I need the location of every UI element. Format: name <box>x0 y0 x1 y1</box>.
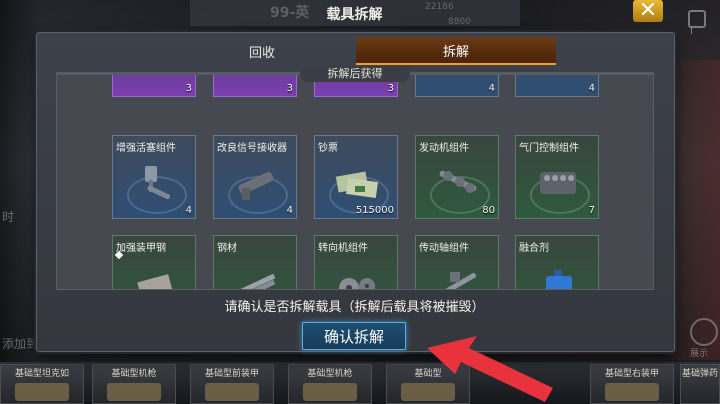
item-count: 4 <box>286 205 293 216</box>
dialog-title: 载具拆解 <box>326 7 383 23</box>
pointer-arrow-icon <box>427 336 553 402</box>
item-name: 加强装甲钢 <box>116 243 166 254</box>
part-slot-label: 基础弹药 <box>681 369 718 379</box>
background-part-slot: 基础型坦克如 <box>0 364 84 404</box>
piston-icon <box>145 166 171 200</box>
showcase-icon[interactable] <box>690 318 718 346</box>
item-name: 增强活塞组件 <box>116 143 176 154</box>
background-text: 添加到 <box>2 337 39 351</box>
item-name: 发动机组件 <box>419 143 469 154</box>
cash-icon <box>335 171 378 199</box>
item-name: 气门控制组件 <box>519 143 579 154</box>
crankshaft-icon <box>439 170 477 193</box>
item-count: 3 <box>286 83 293 94</box>
section-header: 拆解后获得 <box>300 66 410 82</box>
part-slot-label: 基础型机枪 <box>307 369 353 379</box>
reward-item[interactable]: 融合剂 <box>515 235 599 289</box>
item-count: 3 <box>387 83 394 94</box>
part-slot-label: 基础型右装甲 <box>604 369 659 379</box>
item-count: 4 <box>488 83 495 94</box>
reward-item[interactable]: 气门控制组件 7 <box>515 135 599 219</box>
canister-icon <box>546 270 572 289</box>
item-count: 4 <box>185 205 192 216</box>
confirm-prompt: 请确认是否拆解载具（拆解后载具将被摧毁） <box>224 300 485 315</box>
reward-item[interactable]: 传动轴组件 <box>415 235 499 289</box>
item-count: 515000 <box>355 205 394 216</box>
tab-recycle[interactable]: 回收 <box>162 37 362 65</box>
close-button[interactable]: ✕ <box>633 0 663 22</box>
item-name: 传动轴组件 <box>419 243 469 254</box>
reward-item[interactable]: 改良信号接收器 4 <box>213 135 297 219</box>
background-part-slot: 基础型机枪 <box>288 364 372 404</box>
background-part-slot: 基础型右装甲 <box>590 364 674 404</box>
reward-item[interactable]: 加强装甲钢 <box>112 235 196 289</box>
background-part-slot: 基础型机枪 <box>92 364 176 404</box>
background-part-slot: 基础弹药 <box>680 364 720 404</box>
part-slot-label: 基础型机枪 <box>111 369 157 379</box>
reward-item[interactable]: 增强活塞组件 4 <box>112 135 196 219</box>
part-slot-label: 基础型前装甲 <box>204 369 259 379</box>
item-count: 7 <box>588 205 595 216</box>
engine-block-icon <box>540 172 576 194</box>
steel-beams-icon <box>237 273 276 289</box>
rewards-panel[interactable]: 3 3 3 4 4 增强活塞组件 4 改良信号接收器 4 钞票 515000 发… <box>56 74 654 290</box>
reward-item[interactable]: 3 <box>213 75 297 97</box>
reward-item[interactable]: 4 <box>415 75 499 97</box>
background-part-slot: 基础型前装甲 <box>190 364 274 404</box>
reward-item[interactable]: 钞票 515000 <box>314 135 398 219</box>
armor-plate-icon <box>137 274 173 289</box>
reward-item[interactable]: 4 <box>515 75 599 97</box>
tab-dismantle[interactable]: 拆解 <box>356 37 556 65</box>
close-icon: ✕ <box>638 0 658 23</box>
gears-icon <box>339 278 375 289</box>
confirm-dismantle-button[interactable]: 确认拆解 <box>302 322 406 350</box>
driveshaft-icon <box>440 272 477 289</box>
reward-item[interactable]: 发动机组件 80 <box>415 135 499 219</box>
item-count: 80 <box>482 205 495 216</box>
part-slot-label: 基础型坦克如 <box>14 369 69 379</box>
item-count: 3 <box>185 83 192 94</box>
showcase-label: 展示 <box>690 349 709 359</box>
item-name: 钢材 <box>217 243 237 254</box>
item-name: 改良信号接收器 <box>217 143 287 154</box>
item-count: 4 <box>588 83 595 94</box>
reward-item[interactable]: 3 <box>112 75 196 97</box>
item-name: 钞票 <box>318 143 338 154</box>
info-icon: I <box>690 26 693 37</box>
receiver-icon <box>238 171 274 200</box>
item-name: 转向机组件 <box>318 243 368 254</box>
item-name: 融合剂 <box>519 243 549 254</box>
reward-item[interactable]: 钢材 <box>213 235 297 289</box>
background-text: 时 <box>2 210 15 224</box>
reward-item[interactable]: 转向机组件 <box>314 235 398 289</box>
